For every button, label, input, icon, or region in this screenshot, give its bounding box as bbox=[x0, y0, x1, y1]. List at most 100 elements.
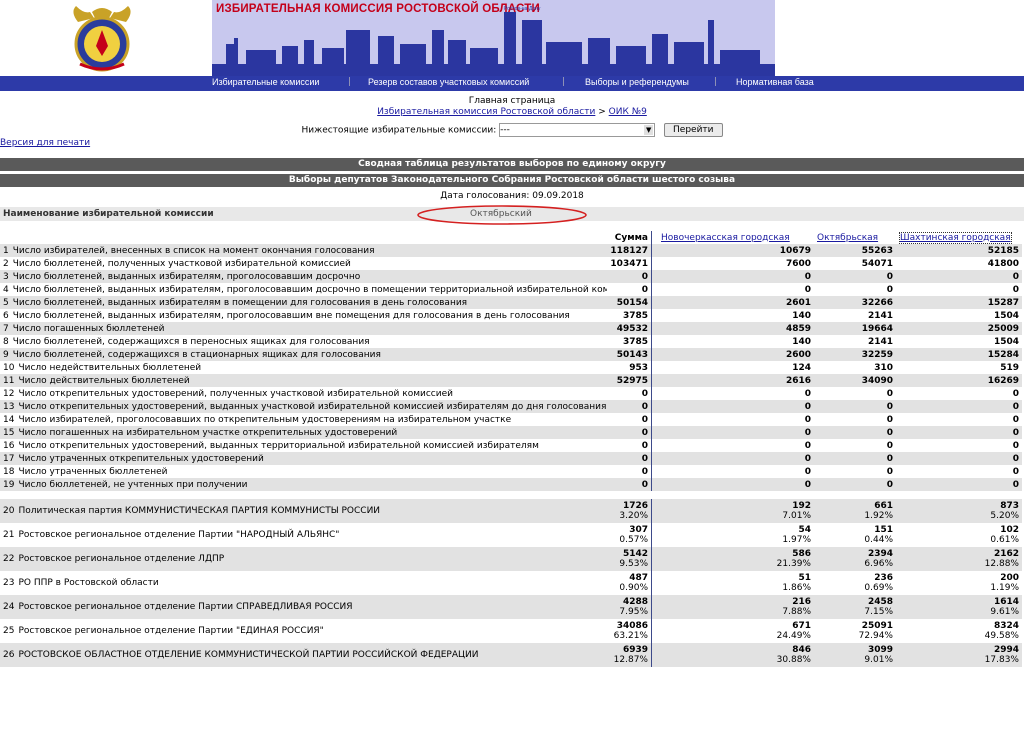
row-number: 15 bbox=[3, 427, 15, 438]
row-label: 13 Число открепительных удостоверений, вы… bbox=[0, 400, 608, 413]
print-version-link[interactable]: Версия для печати bbox=[0, 138, 90, 148]
cell-c2: 32266 bbox=[814, 296, 896, 309]
cell-c1: 7600 bbox=[785, 258, 811, 269]
lower-commissions-select[interactable]: --- ▼ bbox=[499, 123, 656, 137]
breadcrumb-home[interactable]: Главная страница bbox=[0, 96, 1024, 106]
cell-c1: 586 21.39% bbox=[658, 547, 814, 571]
cell-c2: 0 bbox=[886, 466, 893, 477]
party-name: Ростовское региональное отделение Партии… bbox=[18, 626, 324, 636]
row-number: 19 bbox=[3, 479, 15, 490]
breadcrumb-link-region[interactable]: Избирательная комиссия Ростовской област… bbox=[377, 107, 595, 117]
voting-date: Дата голосования: 09.09.2018 bbox=[0, 191, 1024, 201]
vote-count: 236 bbox=[874, 573, 893, 583]
cell-c3: 1614 9.61% bbox=[896, 595, 1022, 619]
breadcrumb-separator: > bbox=[598, 107, 606, 117]
header-link-shakhty[interactable]: Шахтинская городская bbox=[899, 231, 1012, 244]
cell-sum: 0 bbox=[641, 414, 648, 425]
row-text: Число избирателей, проголосовавших по от… bbox=[18, 414, 512, 425]
cell-sum: 0 bbox=[607, 478, 652, 491]
header-link-oktyabrskaya[interactable]: Октябрьская bbox=[817, 233, 878, 243]
nav-item-elections[interactable]: Выборы и референдумы bbox=[585, 77, 689, 87]
cell-c2: 0 bbox=[814, 400, 896, 413]
row-text: Число действительных бюллетеней bbox=[18, 375, 190, 386]
party-row: 23 РО ППР в Ростовской области 487 0.90% 51 1… bbox=[0, 571, 1022, 595]
row-label: 10 Число недействительных бюллетеней bbox=[0, 361, 607, 374]
nav-item-reserve[interactable]: Резерв составов участковых комиссий bbox=[368, 77, 529, 87]
vote-count: 2162 bbox=[993, 549, 1019, 559]
highlight-circle bbox=[417, 205, 587, 225]
cell-c3: 0 bbox=[896, 452, 1022, 465]
vote-count: 307 bbox=[629, 525, 648, 535]
cell-c2: 236 0.69% bbox=[814, 571, 896, 595]
vote-percent: 21.39% bbox=[776, 559, 811, 569]
table-row: 16 Число открепительных удостоверений, вы… bbox=[0, 439, 1022, 452]
vote-percent: 5.20% bbox=[990, 511, 1019, 521]
cell-c1: 0 bbox=[658, 478, 814, 491]
vote-percent: 0.61% bbox=[990, 535, 1019, 545]
vote-count: 4288 bbox=[622, 597, 648, 607]
cell-sum: 1726 3.20% bbox=[607, 499, 652, 523]
breadcrumb-link-oik[interactable]: ОИК №9 bbox=[609, 107, 647, 117]
row-label: 9 Число бюллетеней, содержащихся в стацио… bbox=[0, 348, 608, 361]
cell-c2: 32259 bbox=[814, 348, 896, 361]
party-label: 25 Ростовское региональное отделение Парт… bbox=[0, 619, 607, 643]
nav-item-legal[interactable]: Нормативная база bbox=[736, 77, 814, 87]
row-text: Число бюллетеней, полученных участковой … bbox=[12, 258, 351, 269]
vote-count: 5142 bbox=[622, 549, 648, 559]
vote-percent: 3.20% bbox=[619, 511, 648, 521]
row-number: 23 bbox=[3, 578, 15, 588]
vote-percent: 24.49% bbox=[776, 631, 811, 641]
cell-sum: 118127 bbox=[607, 244, 652, 257]
row-number: 12 bbox=[3, 388, 15, 399]
table-row: 3 Число бюллетеней, выданных избирателям,… bbox=[0, 270, 1022, 283]
vote-percent: 0.90% bbox=[619, 583, 648, 593]
go-button[interactable]: Перейти bbox=[664, 123, 723, 137]
cell-c1: 140 bbox=[792, 310, 811, 321]
cell-sum: 4288 7.95% bbox=[607, 595, 652, 619]
cell-sum: 3785 bbox=[622, 310, 648, 321]
city-skyline-image: Ростов-на-Дону bbox=[212, 6, 775, 76]
row-text: Число погашенных бюллетеней bbox=[12, 323, 165, 334]
party-label: 24 Ростовское региональное отделение Парт… bbox=[0, 595, 608, 619]
vote-percent: 9.01% bbox=[864, 655, 893, 665]
cell-c2: 0 bbox=[886, 440, 893, 451]
row-label: 15 Число погашенных на избирательном учас… bbox=[0, 426, 608, 439]
cell-c2: 55263 bbox=[814, 244, 896, 257]
row-label: 6 Число бюллетеней, выданных избирателям,… bbox=[0, 309, 607, 322]
vote-count: 200 bbox=[1000, 573, 1019, 583]
header-sum: Сумма bbox=[614, 232, 648, 243]
emblem-logo[interactable] bbox=[68, 2, 136, 74]
row-number: 17 bbox=[3, 453, 15, 464]
commission-label: Наименование избирательной комиссии bbox=[3, 209, 214, 219]
row-text: Число недействительных бюллетеней bbox=[18, 362, 202, 373]
results-table: Сумма Новочеркасская городская Октябрьск… bbox=[0, 231, 1022, 667]
cell-c1: 192 7.01% bbox=[658, 499, 814, 523]
row-number: 8 bbox=[3, 336, 9, 347]
vote-percent: 6.96% bbox=[864, 559, 893, 569]
nav-item-commissions[interactable]: Избирательные комиссии bbox=[212, 77, 319, 87]
banner-caption: Ростов-на-Дону bbox=[504, 6, 541, 12]
vote-percent: 0.69% bbox=[864, 583, 893, 593]
vote-count: 54 bbox=[798, 525, 811, 535]
row-number: 20 bbox=[3, 506, 15, 516]
party-row: 26 РОСТОВСКОЕ ОБЛАСТНОЕ ОТДЕЛЕНИЕ КОММУНИ… bbox=[0, 643, 1022, 667]
party-label: 22 Ростовское региональное отделение ЛДПР bbox=[0, 547, 608, 571]
table-row: 9 Число бюллетеней, содержащихся в стацио… bbox=[0, 348, 1022, 361]
chevron-down-icon[interactable]: ▼ bbox=[644, 125, 654, 135]
header-link-novocherkassk[interactable]: Новочеркасская городская bbox=[661, 233, 790, 243]
table-row: 7 Число погашенных бюллетеней 49532 4859 196… bbox=[0, 322, 1022, 335]
cell-sum: 0 bbox=[607, 452, 652, 465]
cell-c2: 0 bbox=[886, 388, 893, 399]
cell-sum: 50143 bbox=[607, 348, 652, 361]
vote-percent: 1.19% bbox=[990, 583, 1019, 593]
party-name: Политическая партия КОММУНИСТИЧЕСКАЯ ПАР… bbox=[18, 506, 381, 516]
cell-sum: 6939 12.87% bbox=[607, 643, 652, 667]
vote-count: 661 bbox=[874, 501, 893, 511]
row-number: 22 bbox=[3, 554, 15, 564]
main-nav: Избирательные комиссии | Резерв составов… bbox=[0, 76, 1024, 91]
cell-c1: 671 24.49% bbox=[658, 619, 814, 643]
row-text: Число утраченных бюллетеней bbox=[18, 466, 168, 477]
vote-count: 151 bbox=[874, 525, 893, 535]
vote-percent: 12.88% bbox=[984, 559, 1019, 569]
cell-c1: 124 bbox=[792, 362, 811, 373]
